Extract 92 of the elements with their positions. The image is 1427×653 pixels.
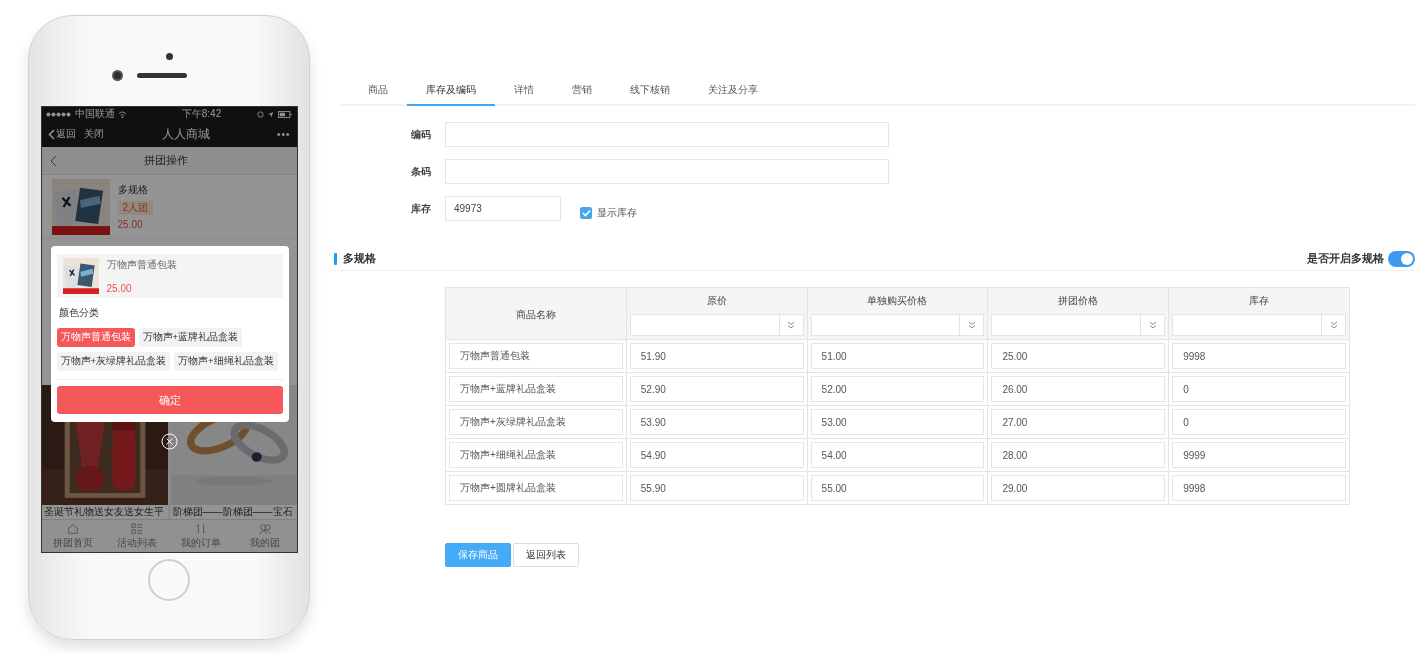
input-field[interactable]: 55.90	[629, 475, 804, 501]
column-header: 单独购买价格	[866, 294, 929, 308]
input-field[interactable]: 9999	[1172, 442, 1346, 468]
input-field[interactable]: 51.90	[629, 343, 804, 369]
group-badge: 2人团	[117, 201, 154, 215]
batch-select[interactable]	[629, 314, 804, 336]
column-header: 库存	[1248, 294, 1271, 308]
chevron-down-icon	[967, 321, 976, 329]
chevron-down-icon	[1329, 321, 1338, 329]
checkbox[interactable]	[580, 206, 592, 219]
option-chip[interactable]: 万物声+灰绿牌礼品盒装	[56, 352, 171, 371]
option-chip[interactable]: 万物声+蓝牌礼品盒装	[138, 328, 243, 347]
input-field[interactable]: 53.90	[629, 409, 804, 435]
product-name: 多规格	[117, 183, 148, 197]
input-field[interactable]: 54.90	[629, 442, 804, 468]
sensor-dot	[165, 53, 173, 60]
close-icon[interactable]	[160, 433, 178, 450]
input-field[interactable]: 万物声+圆牌礼品盒装	[449, 475, 623, 501]
house-icon[interactable]	[67, 522, 80, 535]
tab[interactable]: 关注及分享	[689, 80, 777, 106]
input-field[interactable]: 54.00	[810, 442, 985, 468]
back-button[interactable]: 返回列表	[513, 543, 579, 567]
close-link[interactable]: 关闭	[83, 127, 104, 141]
checkbox-label: 显示库存	[597, 205, 637, 220]
input-field[interactable]: 0	[1172, 409, 1346, 435]
toggle-switch[interactable]	[1388, 250, 1415, 267]
input-field[interactable]: 27.00	[991, 409, 1166, 435]
field-label: 条码	[411, 164, 432, 179]
tab[interactable]: 库存及编码	[407, 80, 495, 106]
people-icon[interactable]	[258, 522, 271, 535]
input-field[interactable]	[445, 159, 889, 184]
popup-price: 25.00	[106, 283, 133, 294]
input-field[interactable]: 9998	[1172, 475, 1346, 501]
chevron-left-icon	[47, 128, 55, 140]
tab[interactable]: 详情	[495, 80, 553, 106]
section-title: 多规格	[343, 251, 376, 266]
sort-icon[interactable]	[194, 522, 207, 535]
batch-select[interactable]	[1172, 314, 1346, 336]
camera-lens	[111, 70, 123, 81]
option-chip[interactable]: 万物声+细绳礼品盒装	[174, 352, 278, 371]
input-field[interactable]	[445, 122, 889, 147]
batch-select[interactable]	[991, 314, 1166, 336]
toggle-label: 是否开启多规格	[1307, 251, 1384, 266]
input-field[interactable]: 52.90	[629, 376, 804, 402]
carrier-name: 中国联通	[74, 107, 115, 121]
tab[interactable]: 营销	[553, 80, 611, 106]
field-label: 库存	[411, 201, 432, 216]
input-field[interactable]: 49973	[445, 196, 561, 221]
option-group-label: 颜色分类	[58, 306, 100, 320]
column-header: 拼团价格	[1057, 294, 1100, 308]
input-field[interactable]: 52.00	[810, 376, 985, 402]
tab[interactable]: 商品	[349, 80, 407, 106]
speaker-grille	[136, 73, 187, 78]
input-field[interactable]: 万物声+灰绿牌礼品盒装	[449, 409, 623, 435]
home-button[interactable]	[148, 559, 190, 601]
input-field[interactable]: 9998	[1172, 343, 1346, 369]
app-title: 人人商城	[162, 125, 212, 143]
input-field[interactable]: 55.00	[810, 475, 985, 501]
location-icon	[266, 110, 274, 118]
wifi-icon	[117, 110, 127, 118]
input-field[interactable]: 0	[1172, 376, 1346, 402]
list-icon[interactable]	[131, 522, 144, 535]
tile-title: 阶梯团——阶梯团——宝石	[171, 505, 294, 519]
tab[interactable]: 线下核销	[611, 80, 689, 106]
back-link[interactable]: 返回	[47, 127, 76, 141]
input-field[interactable]: 26.00	[991, 376, 1166, 402]
tile-title: 圣诞节礼物送女友送女生平	[42, 505, 165, 519]
section-marker	[334, 252, 337, 265]
input-field[interactable]: 25.00	[991, 343, 1166, 369]
check-icon	[581, 208, 591, 217]
input-field[interactable]: 万物声+细绳礼品盒装	[449, 442, 623, 468]
status-time: 下午8:42	[180, 107, 222, 121]
input-field[interactable]: 29.00	[991, 475, 1166, 501]
signal-icon	[45, 111, 72, 117]
input-field[interactable]: 28.00	[991, 442, 1166, 468]
column-header: 商品名称	[514, 308, 557, 322]
back-label[interactable]: 返回	[55, 127, 76, 141]
product-price: 25.00	[117, 219, 143, 230]
page-title: 拼团操作	[143, 153, 189, 168]
input-field[interactable]: 51.00	[810, 343, 985, 369]
chevron-down-icon	[787, 321, 796, 329]
chevron-left-icon[interactable]	[49, 154, 57, 167]
column-header: 原价	[705, 294, 728, 308]
input-field[interactable]: 53.00	[810, 409, 985, 435]
input-field[interactable]: 万物声+蓝牌礼品盒装	[449, 376, 623, 402]
battery-icon	[276, 110, 293, 118]
chevron-down-icon	[1148, 321, 1157, 329]
field-label: 编码	[411, 127, 432, 142]
more-button[interactable]: •••	[276, 128, 291, 140]
input-field[interactable]: 万物声普通包装	[449, 343, 623, 369]
batch-select[interactable]	[810, 314, 985, 336]
popup-product-name: 万物声普通包装	[106, 258, 177, 272]
